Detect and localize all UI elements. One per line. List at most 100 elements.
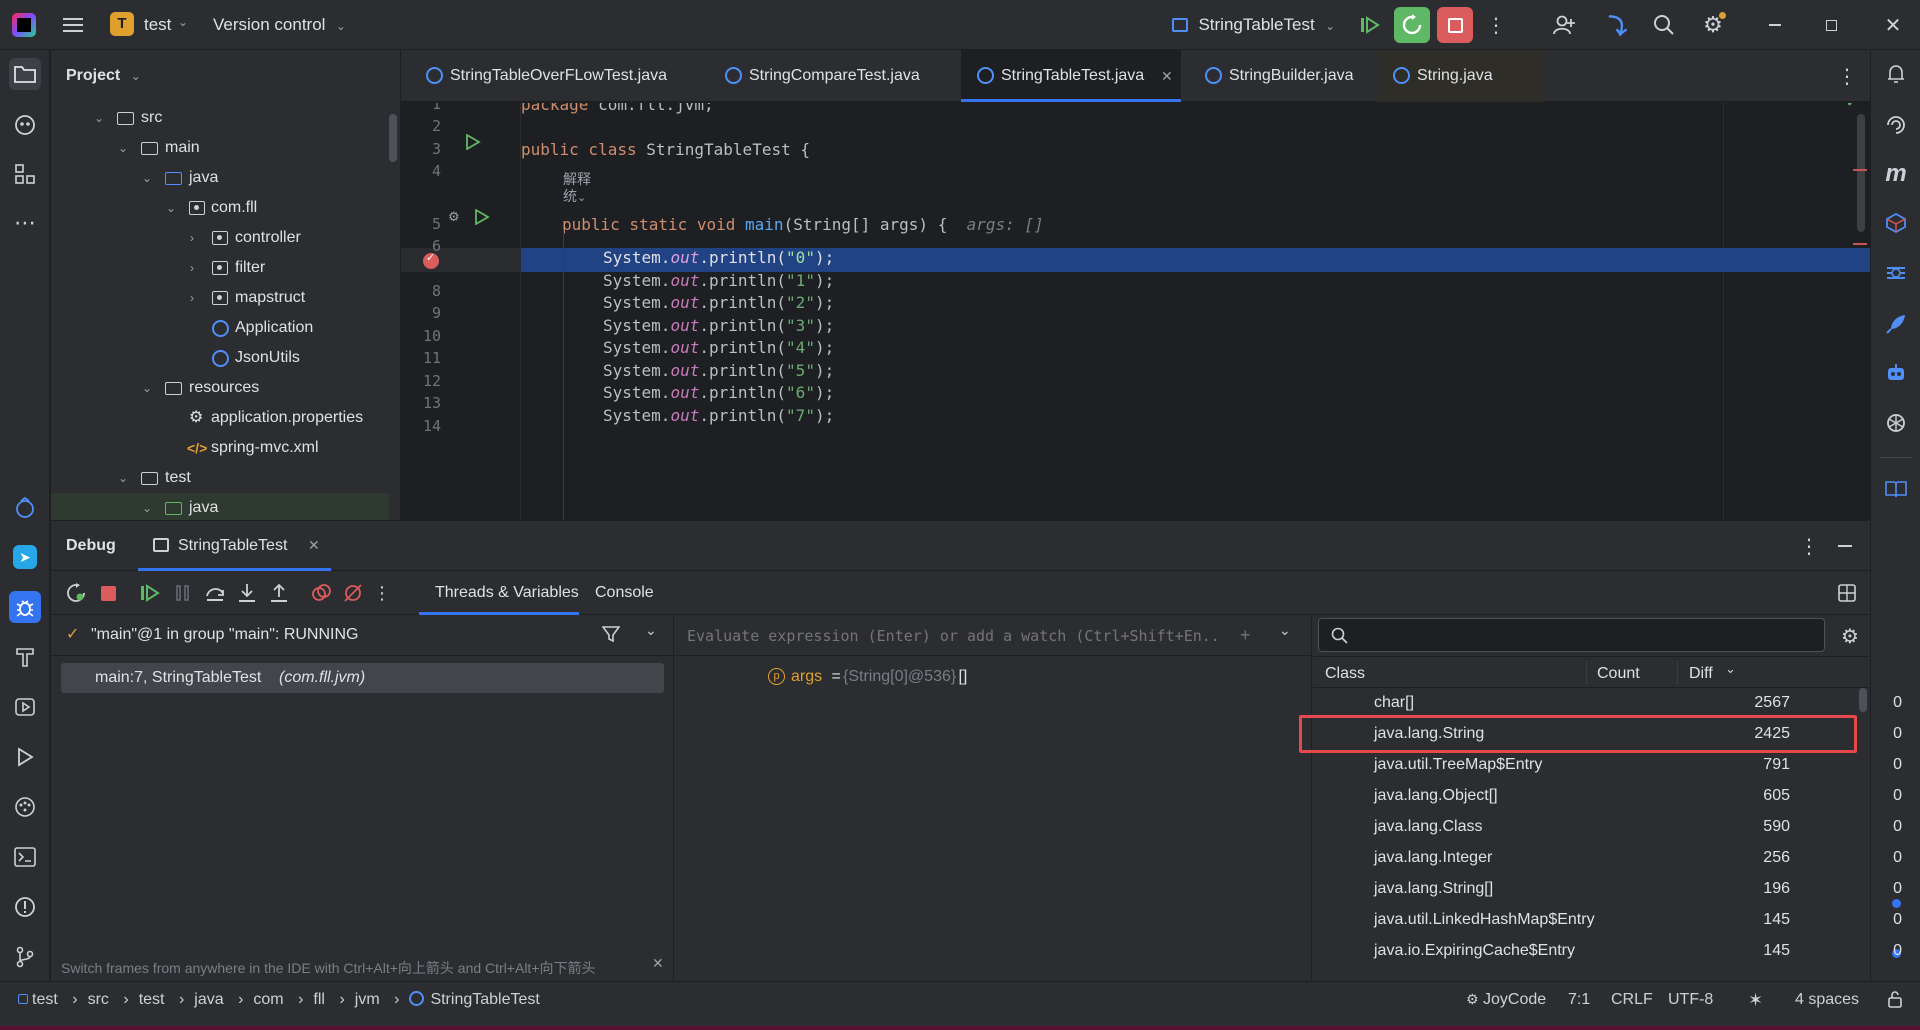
thread-selector[interactable]: ✓ "main"@1 in group "main": RUNNING ⌄ [51,616,674,656]
column-header-class[interactable]: Class [1325,665,1365,683]
database-icon[interactable] [1880,257,1912,289]
stack-frame-row[interactable]: main:7, StringTableTest (com.fll.jvm) [61,663,664,693]
eval-expression-bar[interactable]: + ⌄ [675,616,1312,656]
tree-item-mapstruct[interactable]: › mapstruct [51,283,389,313]
close-tab-icon[interactable]: ✕ [1161,50,1173,102]
run-gutter-icon[interactable] [465,133,481,155]
project-tool-icon[interactable] [9,58,41,90]
openai-icon[interactable] [1880,407,1912,439]
more-vertical-icon[interactable]: ⋮ [373,581,391,605]
tree-scrollbar[interactable] [389,114,397,162]
rerun-debug-button[interactable] [1394,7,1430,43]
book-icon[interactable] [1880,473,1912,505]
inspection-ok-icon[interactable]: ✓ [1845,103,1860,112]
plugins-icon[interactable] [9,791,41,823]
notifications-icon[interactable] [1880,58,1912,90]
breadcrumb-item[interactable]: com [253,991,283,1008]
tree-item-java[interactable]: ⌄ java [51,163,389,193]
send-icon[interactable]: ➤ [9,541,41,573]
project-panel-header[interactable]: Project ⌄ [66,67,141,85]
ai-assistant-icon[interactable]: ⤵ [1602,12,1628,39]
table-row[interactable]: java.lang.Object[] 605 0 [1362,780,1912,811]
more-tools-icon[interactable]: ⋯ [9,207,41,239]
tab-stringtableoverflowtest[interactable]: StringTableOverFLowTest.java [410,50,667,102]
ai-chat-icon[interactable] [1880,109,1912,141]
resume-program-icon[interactable] [138,581,162,605]
line-separator[interactable]: CRLF [1611,991,1653,1009]
close-tab-icon[interactable]: ✕ [308,537,320,554]
step-over-icon[interactable] [203,581,227,605]
code-editor[interactable]: 1 2 3 4 5 6 8 9 10 11 12 13 14 ⚙ ✓ packa… [401,103,1870,520]
table-row[interactable]: char[] 2567 0 [1362,687,1912,718]
app-logo-icon[interactable] [12,13,36,37]
add-watch-icon[interactable]: + [1240,625,1251,646]
table-row[interactable]: java.lang.Integer 256 0 [1362,842,1912,873]
hide-panel-icon[interactable] [1835,533,1855,559]
minimize-icon[interactable] [1762,12,1788,38]
debug-session-tab[interactable]: StringTableTest ✕ [138,521,331,571]
table-row[interactable]: java.util.LinkedHashMap$Entry 145 0 [1362,904,1912,935]
vcs-menu[interactable]: Version control ⌄ [213,15,346,35]
tab-string[interactable]: String.java [1377,50,1543,102]
tree-item-test-java[interactable]: ⌄ java [51,493,389,520]
more-vertical-icon[interactable]: ⋮ [1799,533,1819,559]
table-row[interactable]: java.io.ExpiringCache$Entry 145 0 [1362,935,1912,966]
variable-row-args[interactable]: p args = {String[0]@536} [] [675,662,1312,692]
pause-icon[interactable] [171,581,195,605]
tree-item-src[interactable]: ⌄ src [51,103,389,133]
project-switcher[interactable]: T test ⌄ [110,12,196,38]
joycode-widget[interactable]: ⚙ JoyCode [1466,991,1546,1009]
add-user-icon[interactable] [1551,12,1577,38]
breakpoint-icon[interactable]: ✓ [423,252,439,269]
stop-icon[interactable] [96,581,120,605]
tab-stringbuilder[interactable]: StringBuilder.java [1189,50,1359,102]
lock-icon[interactable] [1887,990,1903,1013]
tab-console[interactable]: Console [579,571,659,615]
rocket-icon[interactable] [1880,308,1912,340]
tabs-more-icon[interactable]: ⋮ [1837,64,1857,88]
tree-item-resources[interactable]: ⌄ resources [51,373,389,403]
file-encoding[interactable]: UTF-8 [1668,991,1713,1009]
editor-scrollbar[interactable] [1857,114,1865,232]
breadcrumb-item[interactable]: jvm [355,991,380,1008]
copilot-icon[interactable] [9,109,41,141]
tree-item-test[interactable]: ⌄ test [51,463,389,493]
tree-item-com-fll[interactable]: ⌄ com.fll [51,193,389,223]
layout-settings-icon[interactable] [1835,581,1859,605]
terminal-icon[interactable] [9,841,41,873]
column-header-diff[interactable]: Diff [1689,665,1713,683]
settings-icon[interactable]: ⚙ [1700,12,1726,38]
tree-item-controller[interactable]: › controller [51,223,389,253]
table-row[interactable]: java.lang.Class 590 0 [1362,811,1912,842]
breadcrumb-item[interactable]: StringTableTest [430,991,539,1008]
inlay-explain[interactable]: 解释 统⌄ [563,171,591,207]
step-out-icon[interactable] [267,581,291,605]
table-row[interactable]: java.lang.String[] 196 0 [1362,873,1912,904]
services-icon[interactable] [9,691,41,723]
tree-item-application-properties[interactable]: ⚙ application.properties [51,403,389,433]
table-row[interactable]: java.util.TreeMap$Entry 791 0 [1362,749,1912,780]
chevron-down-icon[interactable]: ⌄ [1279,622,1291,639]
rerun-icon[interactable] [64,581,88,605]
structure-icon[interactable] [9,158,41,190]
run-tool-icon[interactable] [9,741,41,773]
breadcrumb-item[interactable]: fll [313,991,325,1008]
close-window-icon[interactable]: ✕ [1880,12,1906,38]
breadcrumb-item[interactable]: java [194,991,223,1008]
implements-gutter-icon[interactable]: ⚙ [448,209,460,225]
breadcrumb-item[interactable]: src [88,991,109,1008]
indent-setting[interactable]: 4 spaces [1795,991,1859,1009]
column-header-count[interactable]: Count [1597,665,1640,683]
breadcrumb-item[interactable]: test [139,991,165,1008]
tree-item-application[interactable]: Application [51,313,389,343]
memory-search[interactable] [1318,618,1825,652]
more-vertical-icon[interactable]: ⋮ [1486,12,1506,38]
mute-breakpoints-icon[interactable] [341,581,365,605]
tree-item-jsonutils[interactable]: JsonUtils [51,343,389,373]
git-icon[interactable] [9,941,41,973]
run-gutter-icon[interactable] [474,208,490,230]
view-breakpoints-icon[interactable] [309,581,333,605]
cursor-position[interactable]: 7:1 [1568,991,1590,1009]
memory-settings-icon[interactable]: ⚙ [1841,624,1859,649]
gradle-icon[interactable] [1880,207,1912,239]
